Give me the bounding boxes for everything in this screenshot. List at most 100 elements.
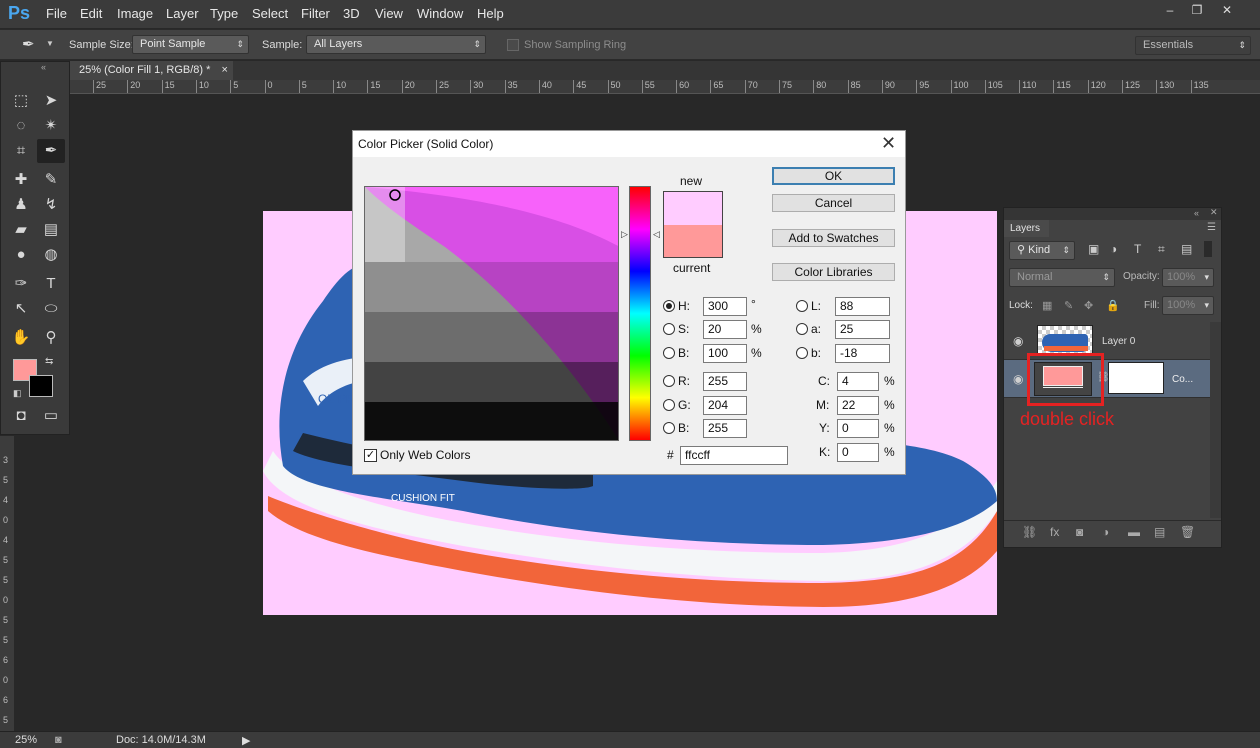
hex-input[interactable]: ffccff <box>680 446 788 465</box>
y-input[interactable]: 0 <box>837 419 879 438</box>
blend-mode-dropdown[interactable]: Normal ⇕ <box>1009 268 1115 287</box>
history-brush-icon[interactable]: ↯ <box>37 193 65 217</box>
g-input[interactable]: 204 <box>703 396 747 415</box>
sample-dropdown[interactable]: All Layers ⇕ <box>306 35 486 54</box>
hue-slider[interactable] <box>629 186 651 441</box>
screen-mode-icon[interactable]: ▭ <box>37 404 65 428</box>
lock-all-icon[interactable]: 🔒 <box>1106 299 1120 312</box>
lock-transparent-icon[interactable]: ▦ <box>1042 299 1052 312</box>
path-selection-icon[interactable]: ↖ <box>7 297 35 321</box>
b-hsb-input[interactable]: 100 <box>703 344 747 363</box>
current-color-swatch[interactable] <box>663 225 723 258</box>
hand-tool-icon[interactable]: ✋ <box>7 326 35 350</box>
minimize-button[interactable]: – <box>1157 2 1183 18</box>
marquee-tool-icon[interactable]: ⬚ <box>7 89 35 113</box>
healing-brush-icon[interactable]: ✚ <box>7 168 35 192</box>
h-radio[interactable] <box>663 300 675 312</box>
eraser-tool-icon[interactable]: ▰ <box>7 218 35 242</box>
swap-colors-icon[interactable]: ⇆ <box>45 356 53 367</box>
zoom-level[interactable]: 25% <box>15 734 37 746</box>
only-web-colors-checkbox[interactable]: ✓ <box>364 449 377 462</box>
s-radio[interactable] <box>663 323 675 335</box>
document-tab[interactable]: 25% (Color Fill 1, RGB/8) * × <box>69 61 233 80</box>
kind-filter-dropdown[interactable]: ⚲ Kind ⇕ <box>1009 241 1075 260</box>
chevron-down-icon[interactable]: ▼ <box>46 39 54 48</box>
menu-view[interactable]: View <box>375 6 403 21</box>
hue-slider-right-arrow-icon[interactable]: ◁ <box>653 229 660 240</box>
r-input[interactable]: 255 <box>703 372 747 391</box>
filter-toggle[interactable] <box>1204 241 1212 257</box>
move-tool-icon[interactable]: ➤ <box>37 89 65 113</box>
pen-tool-icon[interactable]: ✑ <box>7 272 35 296</box>
filter-smart-object-icon[interactable]: ▤ <box>1181 242 1192 256</box>
quick-mask-icon[interactable]: ◘ <box>7 404 35 428</box>
menu-filter[interactable]: Filter <box>301 6 330 21</box>
status-menu-arrow-icon[interactable]: ▶ <box>242 734 250 747</box>
dodge-tool-icon[interactable]: ◍ <box>37 243 65 267</box>
eyedropper-tool-icon[interactable]: ✒ <box>37 139 65 163</box>
menu-layer[interactable]: Layer <box>166 6 199 21</box>
dialog-close-icon[interactable]: ✕ <box>881 133 896 154</box>
add-mask-icon[interactable]: ◙ <box>1076 525 1083 539</box>
hue-slider-left-arrow-icon[interactable]: ▷ <box>621 229 628 240</box>
lasso-tool-icon[interactable]: ◌ <box>7 114 35 138</box>
delete-layer-icon[interactable]: 🗑 <box>1180 525 1195 539</box>
g-radio[interactable] <box>663 399 675 411</box>
m-input[interactable]: 22 <box>837 396 879 415</box>
maximize-button[interactable]: ❐ <box>1184 2 1210 18</box>
new-group-icon[interactable]: ▬ <box>1128 525 1140 539</box>
close-window-button[interactable]: ✕ <box>1214 2 1240 18</box>
k-input[interactable]: 0 <box>837 443 879 462</box>
l-input[interactable]: 88 <box>835 297 890 316</box>
menu-select[interactable]: Select <box>252 6 288 21</box>
default-colors-icon[interactable]: ◧ <box>13 388 22 399</box>
workspace-dropdown[interactable]: Essentials ⇕ <box>1135 36 1251 55</box>
eyedropper-icon[interactable]: ✒ <box>22 35 35 53</box>
cancel-button[interactable]: Cancel <box>772 194 895 212</box>
s-input[interactable]: 20 <box>703 320 747 339</box>
menu-file[interactable]: File <box>46 6 67 21</box>
ok-button[interactable]: OK <box>772 167 895 185</box>
h-input[interactable]: 300 <box>703 297 747 316</box>
filter-shape-icon[interactable]: ⌗ <box>1158 242 1165 257</box>
opacity-input[interactable]: 100% ▾ <box>1162 268 1214 287</box>
l-radio[interactable] <box>796 300 808 312</box>
panel-menu-icon[interactable]: ☰ <box>1207 222 1216 233</box>
b-rgb-radio[interactable] <box>663 422 675 434</box>
color-field[interactable] <box>364 186 619 441</box>
eye-icon[interactable]: ◉ <box>1013 372 1023 386</box>
magic-wand-icon[interactable]: ✴ <box>37 114 65 138</box>
dialog-titlebar[interactable]: Color Picker (Solid Color) ✕ <box>353 131 905 157</box>
close-tab-icon[interactable]: × <box>222 64 228 76</box>
layer-mask-thumbnail[interactable] <box>1108 362 1164 394</box>
sampling-ring-checkbox[interactable] <box>507 39 519 51</box>
sample-size-dropdown[interactable]: Point Sample ⇕ <box>132 35 249 54</box>
a-input[interactable]: 25 <box>835 320 890 339</box>
c-input[interactable]: 4 <box>837 372 879 391</box>
layers-tab[interactable]: Layers <box>1004 220 1049 237</box>
add-to-swatches-button[interactable]: Add to Swatches <box>772 229 895 247</box>
r-radio[interactable] <box>663 375 675 387</box>
blur-tool-icon[interactable]: ● <box>7 243 35 267</box>
status-icon[interactable]: ◙ <box>55 734 62 746</box>
filter-pixel-icon[interactable]: ▣ <box>1088 242 1099 256</box>
layers-scrollbar[interactable] <box>1210 322 1221 518</box>
new-adjustment-icon[interactable]: ◑ <box>1102 525 1109 539</box>
link-layers-icon[interactable]: ⛓ <box>1022 525 1037 539</box>
menu-help[interactable]: Help <box>477 6 504 21</box>
b-lab-input[interactable]: -18 <box>835 344 890 363</box>
b-hsb-radio[interactable] <box>663 347 675 359</box>
layer-style-icon[interactable]: fx <box>1050 525 1059 539</box>
color-libraries-button[interactable]: Color Libraries <box>772 263 895 281</box>
lock-pixels-icon[interactable]: ✎ <box>1064 299 1073 312</box>
crop-tool-icon[interactable]: ⌗ <box>7 139 35 163</box>
filter-type-icon[interactable]: T <box>1134 242 1141 256</box>
menu-window[interactable]: Window <box>417 6 463 21</box>
new-layer-icon[interactable]: ▤ <box>1154 525 1165 539</box>
filter-adjustment-icon[interactable]: ◑ <box>1110 242 1117 256</box>
zoom-tool-icon[interactable]: ⚲ <box>37 326 65 350</box>
b-rgb-input[interactable]: 255 <box>703 419 747 438</box>
type-tool-icon[interactable]: T <box>37 272 65 296</box>
fill-input[interactable]: 100% ▾ <box>1162 296 1214 315</box>
brush-tool-icon[interactable]: ✎ <box>37 168 65 192</box>
